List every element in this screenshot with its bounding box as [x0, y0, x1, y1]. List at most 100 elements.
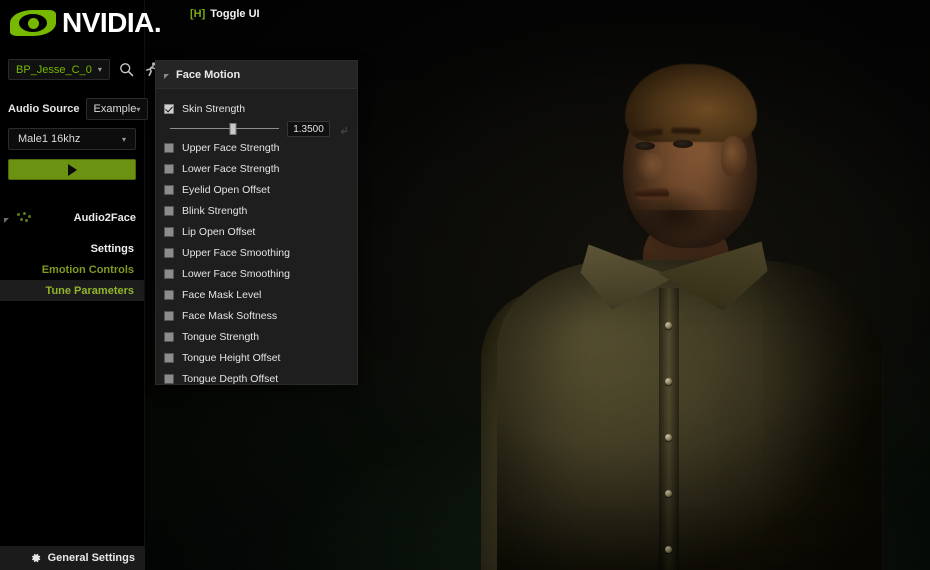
shirt-button: [665, 490, 672, 497]
skin-strength-value[interactable]: 1.3500: [287, 121, 330, 137]
brand-name: NVIDIA.: [62, 6, 162, 38]
audio-clip-value: Male1 16khz: [18, 133, 81, 145]
param-label: Upper Face Smoothing: [182, 246, 290, 259]
param-checkbox[interactable]: [164, 289, 174, 300]
audio-clip-dropdown[interactable]: Male1 16khz ▾: [8, 128, 136, 150]
app-root: [H] Toggle UI NVIDIA. BP_Jesse_C_0 ▾ Aud…: [0, 0, 930, 570]
param-row: Lower Face Strength: [156, 158, 357, 179]
chevron-down-icon: ▾: [136, 104, 141, 114]
param-label: Tongue Strength: [182, 330, 260, 343]
sidebar-item-tune-parameters[interactable]: Tune Parameters: [0, 280, 144, 301]
param-label: Tongue Height Offset: [182, 351, 281, 364]
shirt-button: [665, 322, 672, 329]
general-settings-label: General Settings: [47, 552, 135, 564]
sidebar: NVIDIA. BP_Jesse_C_0 ▾ Audio Source Exam…: [0, 0, 162, 570]
audio-source-value: Example: [93, 103, 137, 115]
shirt-button: [665, 434, 672, 441]
gear-icon: [31, 553, 40, 563]
parameter-list: Upper Face Strength Lower Face Strength Ey…: [156, 137, 357, 389]
collapse-triangle-icon[interactable]: [164, 74, 169, 79]
toggle-ui-label: Toggle UI: [210, 8, 260, 20]
param-label: Eyelid Open Offset: [182, 183, 270, 196]
param-row: Upper Face Strength: [156, 137, 357, 158]
param-checkbox[interactable]: [164, 142, 174, 153]
param-row: Eyelid Open Offset: [156, 179, 357, 200]
audio-source-label: Audio Source: [8, 103, 80, 115]
character-select-row: BP_Jesse_C_0 ▾: [0, 59, 158, 80]
chevron-down-icon: ▾: [121, 134, 126, 144]
shirt-button: [665, 378, 672, 385]
param-label: Upper Face Strength: [182, 141, 280, 154]
character-select-value: BP_Jesse_C_0: [16, 63, 92, 76]
param-row: Upper Face Smoothing: [156, 242, 357, 263]
audio-dots-icon: [15, 212, 33, 224]
param-row: Face Mask Softness: [156, 305, 357, 326]
skin-strength-label: Skin Strength: [182, 102, 246, 115]
param-checkbox[interactable]: [164, 352, 174, 363]
character-nose: [635, 152, 663, 182]
skin-strength-slider-row: 1.3500: [156, 119, 357, 137]
audio2face-title: Audio2Face: [73, 212, 136, 224]
param-label: Blink Strength: [182, 204, 248, 217]
param-checkbox[interactable]: [164, 373, 174, 384]
collapse-triangle-icon[interactable]: [4, 217, 9, 223]
skin-strength-checkbox[interactable]: [164, 103, 174, 114]
skin-strength-slider-handle[interactable]: [229, 123, 237, 135]
param-label: Face Mask Softness: [182, 309, 278, 322]
nvidia-eye-logo-icon: [10, 9, 56, 36]
toggle-ui-key-hint: [H]: [190, 8, 206, 20]
sidebar-item-settings[interactable]: Settings: [0, 238, 144, 259]
skin-strength-slider[interactable]: [170, 123, 279, 135]
param-row: Tongue Depth Offset: [156, 368, 357, 389]
character-lips: [635, 188, 669, 199]
param-checkbox[interactable]: [164, 226, 174, 237]
toggle-ui-control[interactable]: [H] Toggle UI: [190, 8, 260, 20]
param-label: Face Mask Level: [182, 288, 262, 301]
audio2face-section-header[interactable]: Audio2Face: [0, 208, 144, 228]
param-checkbox[interactable]: [164, 247, 174, 258]
param-row: Lower Face Smoothing: [156, 263, 357, 284]
face-motion-panel-header[interactable]: Face Motion: [156, 61, 357, 89]
param-checkbox[interactable]: [164, 163, 174, 174]
param-row: Tongue Strength: [156, 326, 357, 347]
reset-arrow-icon[interactable]: [338, 124, 349, 135]
brand-logo: NVIDIA.: [0, 0, 162, 45]
param-row-skin-strength: Skin Strength: [156, 98, 357, 119]
param-checkbox[interactable]: [164, 268, 174, 279]
param-label: Tongue Depth Offset: [182, 372, 279, 385]
param-label: Lower Face Strength: [182, 162, 280, 175]
param-label: Lip Open Offset: [182, 225, 256, 238]
character-jaw-shadow: [621, 210, 751, 256]
search-icon[interactable]: [118, 61, 135, 78]
sidebar-item-label: Emotion Controls: [41, 263, 134, 276]
param-checkbox[interactable]: [164, 205, 174, 216]
character-select-dropdown[interactable]: BP_Jesse_C_0 ▾: [8, 59, 110, 80]
sidebar-item-label: Tune Parameters: [45, 284, 134, 297]
character-brow: [670, 127, 702, 135]
face-motion-title: Face Motion: [176, 68, 241, 81]
audio-source-row: Audio Source Example ▾: [0, 98, 149, 120]
shirt-button: [665, 546, 672, 553]
character-eye: [635, 142, 655, 150]
param-label: Lower Face Smoothing: [182, 267, 290, 280]
param-row: Lip Open Offset: [156, 221, 357, 242]
character-shirt: [497, 260, 882, 570]
play-icon: [67, 163, 77, 176]
chevron-down-icon: ▾: [97, 65, 102, 74]
shirt-placket: [659, 288, 679, 570]
audio-source-dropdown[interactable]: Example ▾: [85, 98, 149, 120]
param-row: Tongue Height Offset: [156, 347, 357, 368]
param-checkbox[interactable]: [164, 310, 174, 321]
param-row: Blink Strength: [156, 200, 357, 221]
character-ear: [721, 136, 747, 176]
param-checkbox[interactable]: [164, 331, 174, 342]
character-eye: [673, 140, 693, 148]
sidebar-item-label: Settings: [90, 242, 134, 255]
general-settings-button[interactable]: General Settings: [0, 546, 145, 570]
character-render: [475, 60, 905, 570]
sidebar-item-emotion-controls[interactable]: Emotion Controls: [0, 259, 144, 280]
play-button[interactable]: [8, 159, 136, 180]
param-row: Face Mask Level: [156, 284, 357, 305]
face-motion-panel: Face Motion Skin Strength 1.3500 Upper F…: [155, 60, 358, 385]
param-checkbox[interactable]: [164, 184, 174, 195]
